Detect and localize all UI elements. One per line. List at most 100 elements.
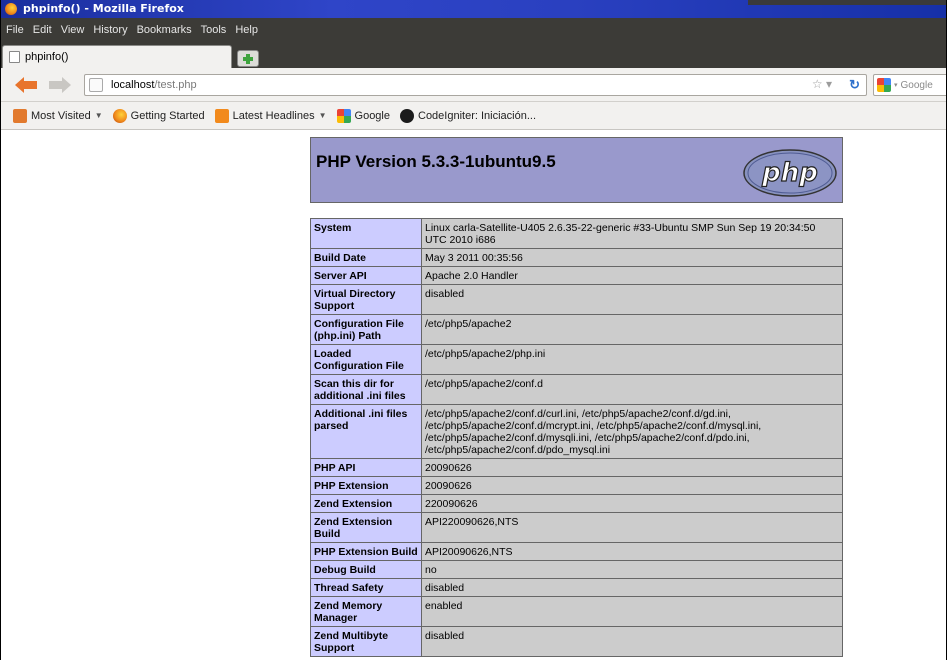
chevron-down-icon: ▼ (94, 111, 103, 120)
row-value: 20090626 (421, 458, 843, 477)
window-title: phpinfo() - Mozilla Firefox (23, 2, 184, 15)
menu-history[interactable]: History (93, 24, 127, 36)
menu-bookmarks[interactable]: Bookmarks (137, 24, 192, 36)
row-key: System (310, 218, 422, 249)
row-key: Loaded Configuration File (310, 344, 422, 375)
url-bar[interactable]: localhost/test.php ☆ ▾ ↻ (84, 74, 867, 96)
table-row: Debug Build no (310, 560, 843, 579)
back-arrow-icon[interactable] (15, 77, 37, 93)
row-value: /etc/php5/apache2/conf.d (421, 374, 843, 405)
row-key: Virtual Directory Support (310, 284, 422, 315)
plus-icon-vertical (246, 54, 250, 64)
row-value: disabled (421, 284, 843, 315)
bookmark-getting-started[interactable]: Getting Started (112, 108, 205, 123)
row-key: Additional .ini files parsed (310, 404, 422, 459)
row-key: Configuration File (php.ini) Path (310, 314, 422, 345)
row-value: API20090626,NTS (421, 542, 843, 561)
row-value: /etc/php5/apache2/php.ini (421, 344, 843, 375)
bookmark-label: Most Visited (31, 109, 91, 122)
new-tab-button[interactable] (237, 50, 259, 67)
bookmark-label: Google (354, 109, 390, 122)
php-logo-icon: php (743, 149, 837, 197)
row-value: API220090626,NTS (421, 512, 843, 543)
menu-file[interactable]: File (6, 24, 24, 36)
title-bar: phpinfo() - Mozilla Firefox (1, 0, 946, 18)
chevron-down-icon: ▼ (318, 111, 327, 120)
search-placeholder: Google (900, 79, 933, 91)
row-key: PHP Extension Build (310, 542, 422, 561)
menu-edit[interactable]: Edit (33, 24, 52, 36)
php-version-header: PHP Version 5.3.3-1ubuntu9.5 php (310, 137, 843, 203)
wordpress-icon (400, 108, 414, 123)
navigation-bar: localhost/test.php ☆ ▾ ↻ ▾ Google (1, 68, 946, 102)
row-key: Zend Extension Build (310, 512, 422, 543)
google-icon[interactable] (877, 78, 891, 92)
forward-arrow-icon[interactable] (49, 77, 71, 93)
bookmark-codeigniter[interactable]: CodeIgniter: Iniciación... (400, 108, 537, 123)
firefox-icon (5, 3, 17, 15)
row-value: 20090626 (421, 476, 843, 495)
bookmark-most-visited[interactable]: Most Visited ▼ (13, 108, 103, 123)
folder-icon (13, 108, 27, 123)
bookmarks-toolbar: Most Visited ▼ Getting Started Latest He… (1, 102, 946, 130)
site-identity-icon[interactable] (89, 78, 103, 92)
table-row: PHP Extension Build API20090626,NTS (310, 542, 843, 561)
bookmark-star-icon[interactable]: ☆ ▾ (812, 77, 832, 91)
page-icon (9, 51, 20, 63)
row-value: enabled (421, 596, 843, 627)
row-key: Scan this dir for additional .ini files (310, 374, 422, 405)
table-row: Thread Safety disabled (310, 578, 843, 597)
table-row: PHP API 20090626 (310, 458, 843, 477)
table-row: Zend Memory Manager enabled (310, 596, 843, 627)
search-bar[interactable]: ▾ Google (873, 74, 946, 96)
menu-tools[interactable]: Tools (201, 24, 227, 36)
row-value: /etc/php5/apache2 (421, 314, 843, 345)
php-info-table: System Linux carla-Satellite-U405 2.6.35-… (310, 218, 843, 657)
row-value: 220090626 (421, 494, 843, 513)
row-key: Zend Extension (310, 494, 422, 513)
table-row: Server API Apache 2.0 Handler (310, 266, 843, 285)
url-path: /test.php (154, 79, 197, 91)
browser-window: phpinfo() - Mozilla Firefox File Edit Vi… (0, 0, 947, 660)
row-key: PHP API (310, 458, 422, 477)
row-key: Server API (310, 266, 422, 285)
bookmark-label: Getting Started (130, 109, 205, 122)
table-row: Loaded Configuration File/etc/php5/apach… (310, 344, 843, 375)
row-key: Zend Multibyte Support (310, 626, 422, 657)
row-value: Linux carla-Satellite-U405 2.6.35-22-gen… (421, 218, 843, 249)
menu-bar: File Edit View History Bookmarks Tools H… (1, 18, 946, 41)
page-content: PHP Version 5.3.3-1ubuntu9.5 php System L… (1, 131, 946, 660)
row-key: Build Date (310, 248, 422, 267)
table-row: Build Date May 3 2011 00:35:56 (310, 248, 843, 267)
reload-icon[interactable]: ↻ (849, 77, 860, 93)
table-row: System Linux carla-Satellite-U405 2.6.35-… (310, 218, 843, 249)
bookmark-latest-headlines[interactable]: Latest Headlines ▼ (214, 108, 327, 123)
menu-view[interactable]: View (61, 24, 85, 36)
bookmark-label: CodeIgniter: Iniciación... (418, 109, 537, 122)
url-host: localhost (111, 79, 155, 91)
search-engine-dropdown-icon[interactable]: ▾ (894, 81, 898, 89)
table-row: PHP Extension 20090626 (310, 476, 843, 495)
row-key: PHP Extension (310, 476, 422, 495)
php-logo-text: php (761, 158, 818, 188)
row-value: disabled (421, 626, 843, 657)
bookmark-google[interactable]: Google (336, 108, 390, 123)
table-row: Virtual Directory Support disabled (310, 284, 843, 315)
row-key: Debug Build (310, 560, 422, 579)
table-row: Configuration File (php.ini) Path/etc/ph… (310, 314, 843, 345)
google-icon (336, 108, 351, 123)
row-value: Apache 2.0 Handler (421, 266, 843, 285)
row-value: /etc/php5/apache2/conf.d/curl.ini, /etc/… (421, 404, 843, 459)
table-row: Additional .ini files parsed/etc/php5/ap… (310, 404, 843, 459)
bookmark-label: Latest Headlines (232, 109, 315, 122)
row-key: Thread Safety (310, 578, 422, 597)
row-key: Zend Memory Manager (310, 596, 422, 627)
page-title: PHP Version 5.3.3-1ubuntu9.5 (316, 152, 556, 171)
menu-help[interactable]: Help (235, 24, 258, 36)
rss-icon (214, 108, 229, 123)
table-row: Zend Extension Build API220090626,NTS (310, 512, 843, 543)
tab-title: phpinfo() (25, 51, 69, 63)
row-value: no (421, 560, 843, 579)
table-row: Scan this dir for additional .ini files /… (310, 374, 843, 405)
tab-phpinfo[interactable]: phpinfo() (2, 45, 232, 68)
